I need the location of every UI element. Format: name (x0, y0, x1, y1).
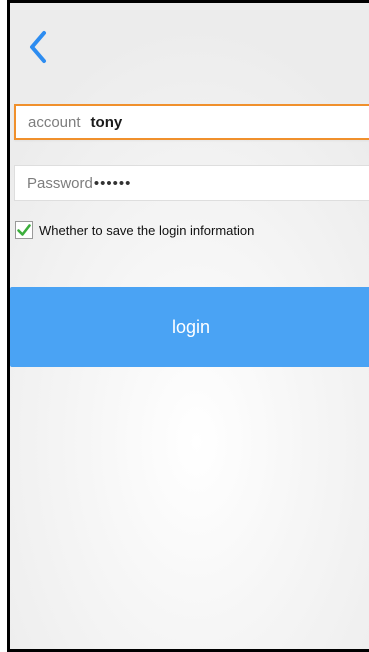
save-login-label: Whether to save the login information (39, 222, 255, 238)
account-label: account (28, 113, 81, 131)
chevron-left-icon (30, 31, 46, 63)
password-field[interactable]: Password •••••• (14, 165, 369, 201)
login-screen: account tony Password •••••• Whether to … (7, 0, 369, 652)
back-button[interactable] (24, 27, 52, 67)
checkmark-icon (17, 224, 31, 236)
account-input-value[interactable]: tony (91, 114, 123, 131)
account-field[interactable]: account tony (14, 104, 369, 140)
save-login-checkbox[interactable] (15, 221, 33, 239)
password-input-value[interactable]: •••••• (94, 175, 132, 192)
password-label: Password (27, 174, 93, 192)
save-login-checkbox-row[interactable]: Whether to save the login information (15, 221, 254, 239)
login-button[interactable]: login (10, 287, 369, 367)
